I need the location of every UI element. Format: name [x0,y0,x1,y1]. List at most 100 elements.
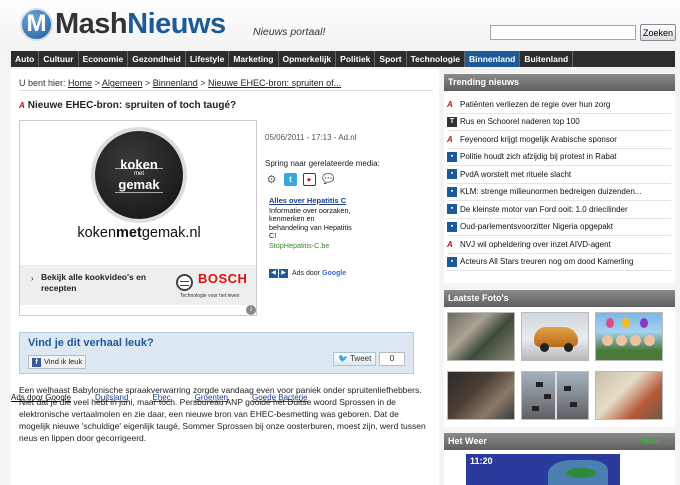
trending-item-text[interactable]: Rus en Schoorel naderen top 100 [460,117,580,126]
trending-item[interactable]: ▪ Oud-parlementsvoorzitter Nigeria opgepa… [447,219,671,236]
photo-thumbnail[interactable] [521,371,589,420]
trending-item[interactable]: ▪ KLM: strenge milieunormen bedreigen dui… [447,184,671,201]
adlink-url[interactable]: StopHepatitis-C.be [269,241,355,251]
article-title: A Nieuwe EHEC-bron: spruiten of toch tau… [19,100,236,111]
arrow-right-icon[interactable]: ▶ [279,269,288,278]
nav-item-cultuur[interactable]: Cultuur [39,51,79,67]
ad-link-goede-bacterie[interactable]: Goede Bacterie [252,393,308,402]
adsense-nav: ◀ ▶ Ads door Google [269,269,346,278]
photo-thumbnail[interactable] [447,312,515,361]
nav-item-binnenland[interactable]: Binnenland [465,51,521,67]
trending-item-text[interactable]: KLM: strenge milieunormen bedreigen duiz… [460,187,641,196]
person-shape [602,335,613,346]
road-car [564,386,571,391]
ad-link-ehec[interactable]: Ehec [152,393,170,402]
photo-thumbnail[interactable] [595,312,663,361]
trending-item-text[interactable]: Acteurs All Stars treuren nog om dood Ka… [460,257,633,266]
bottom-ad-links: Ads door Google Duitsland Ehec Groenten … [11,393,332,402]
kokenmetgemak-ad[interactable]: koken met gemak kokenmetgemak.nl › Bekij… [19,120,257,316]
trending-item-text[interactable]: PvdA worstelt met rituele slacht [460,170,571,179]
nav-item-gezondheid[interactable]: Gezondheid [128,51,186,67]
twitter-icon[interactable]: t [284,173,297,186]
trending-item[interactable]: ▪ PvdA worstelt met rituele slacht [447,166,671,184]
trending-panel: Trending nieuws A Patiënten verliezen de … [444,74,675,283]
breadcrumb-separator: > [94,78,100,88]
ads-by-label: Ads door [292,270,321,277]
logo-mash-text: Mash [55,7,128,40]
breadcrumb-category[interactable]: Algemeen [102,78,143,88]
nav-item-opmerkelijk[interactable]: Opmerkelijk [279,51,337,67]
trending-item-text[interactable]: Oud-parlementsvoorzitter Nigeria opgepak… [460,222,613,231]
breadcrumb: U bent hier: Home > Algemeen > Binnenlan… [19,78,341,88]
road-car [532,406,539,411]
balloon-shape [640,318,648,328]
ad-cta-text[interactable]: Bekijk alle kookvideo's en recepten [41,272,161,294]
search-button[interactable]: Zoeken [640,24,676,41]
trending-item[interactable]: A NVJ wil opheldering over inzet AIVD-age… [447,236,671,254]
nav-item-lifestyle[interactable]: Lifestyle [186,51,230,67]
trending-item[interactable]: ▪ De kleinste motor van Ford ooit: 1.0 dr… [447,201,671,219]
nav-item-buitenland[interactable]: Buitenland [520,51,574,67]
google-brand[interactable]: Google [322,270,346,277]
trending-item[interactable]: A Feyenoord krijgt mogelijk Arabische spo… [447,131,671,149]
weather-map[interactable]: 11:20 [466,454,620,485]
weather-panel: Het Weer Meer... 11:20 [444,433,675,485]
related-media-label: Spring naar gerelateerde media: [265,159,380,168]
trending-item[interactable]: T Rus en Schoorel naderen top 100 [447,114,671,131]
tweet-label: Tweet [349,354,372,363]
ad-cta-bar[interactable]: › Bekijk alle kookvideo's en recepten BO… [20,265,256,305]
news-source-icon: ▪ [447,221,457,232]
youtube-icon[interactable]: ▶ [303,173,316,186]
search-input[interactable] [490,25,636,40]
trending-item-text[interactable]: Politie houdt zich afzijdig bij protest … [460,152,617,161]
nav-item-sport[interactable]: Sport [375,51,407,67]
share-question: Vind je dit verhaal leuk? [28,337,154,349]
ad-link-duitsland[interactable]: Duitsland [95,393,128,402]
trending-item-text[interactable]: Patiënten verliezen de regie over hun zo… [460,100,610,109]
ad-logo-koken: koken [120,157,158,172]
photo-thumbnail[interactable] [595,371,663,420]
breadcrumb-separator: > [144,78,151,88]
share-box: Vind je dit verhaal leuk? f Vind ik leuk… [19,332,414,374]
facebook-like-button[interactable]: f Vind ik leuk [28,355,87,369]
adlink-title[interactable]: Alles over Hepatitis C [269,196,355,206]
nav-item-technologie[interactable]: Technologie [407,51,466,67]
breadcrumb-subcategory[interactable]: Binnenland [153,78,198,88]
site-logo[interactable]: M Mash Nieuws [20,6,226,42]
trending-item-text[interactable]: NVJ wil opheldering over inzet AIVD-agen… [460,240,611,249]
trending-item-text[interactable]: De kleinste motor van Ford ooit: 1.0 dri… [460,205,628,214]
article-title-text: Nieuwe EHEC-bron: spruiten of toch taugé… [27,100,237,111]
trending-item[interactable]: A Patiënten verliezen de regie over hun z… [447,96,671,114]
trending-item-text[interactable]: Feyenoord krijgt mogelijk Arabische spon… [460,135,617,144]
photo-thumbnail[interactable] [447,371,515,420]
nav-item-marketing[interactable]: Marketing [229,51,279,67]
settings-icon[interactable]: ⚙ [265,173,278,186]
tweet-count: 0 [379,352,405,366]
weather-header: Het Weer Meer... [444,433,675,450]
tweet-button[interactable]: 🐦 Tweet [333,352,377,366]
balloon-shape [606,318,614,328]
ad-link-groenten[interactable]: Groenten [195,393,228,402]
breadcrumb-home[interactable]: Home [68,78,92,88]
comment-icon[interactable]: 💬 [322,173,335,186]
breadcrumb-current[interactable]: Nieuwe EHEC-bron: spruiten of... [208,78,341,88]
anp-source-icon: A [447,134,453,144]
facebook-icon: f [32,357,41,367]
breadcrumb-separator: > [200,78,206,88]
trending-item[interactable]: ▪ Acteurs All Stars treuren nog om dood K… [447,254,671,271]
photo-grid [444,307,675,427]
adchoices-icon[interactable]: i [246,305,256,315]
road-line [555,372,557,419]
nav-item-auto[interactable]: Auto [11,51,40,67]
nav-item-economie[interactable]: Economie [79,51,129,67]
site-header: M Mash Nieuws Nieuws portaal! Zoeken [0,0,680,50]
weather-more-link[interactable]: Meer... [641,433,669,450]
photo-thumbnail[interactable] [521,312,589,361]
trending-item[interactable]: ▪ Politie houdt zich afzijdig bij protest… [447,149,671,166]
ads-by-google-label[interactable]: Ads door Google [11,393,71,402]
nav-item-politiek[interactable]: Politiek [336,51,376,67]
bosch-logo-icon [176,274,193,291]
arrow-left-icon[interactable]: ◀ [269,269,278,278]
site-tagline: Nieuws portaal! [253,26,326,38]
ad-domain: kokenmetgemak.nl [20,225,256,241]
